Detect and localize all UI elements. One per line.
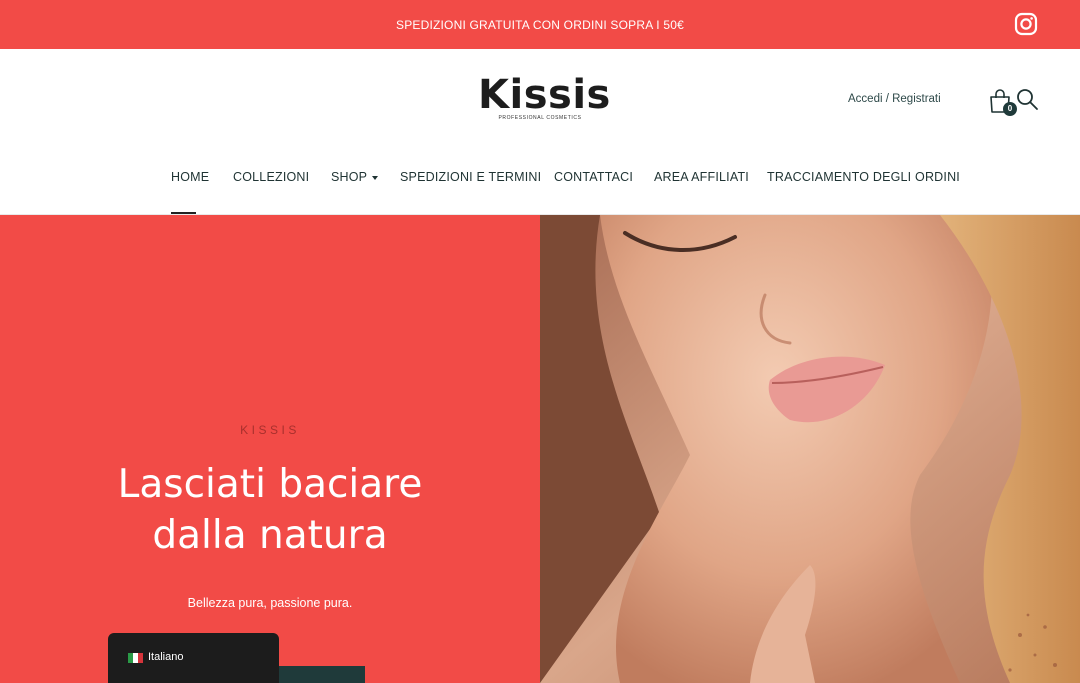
hero-image <box>540 215 1080 683</box>
hero-eyebrow: KISSIS <box>240 423 300 437</box>
hero-text-panel: KISSIS Lasciati baciare dalla natura Bel… <box>0 215 540 683</box>
logo-wordmark: Kissis <box>478 72 611 118</box>
hero-title-line-1: Lasciati baciare <box>117 462 423 507</box>
nav-item-spedizioni[interactable]: SPEDIZIONI E TERMINI <box>400 170 541 184</box>
hero-portrait-illustration <box>540 215 1080 683</box>
nav-item-collezioni[interactable]: COLLEZIONI <box>233 170 309 184</box>
nav-item-shop[interactable]: SHOP <box>331 170 379 184</box>
nav-item-shop-label: SHOP <box>331 170 368 184</box>
nav-item-tracciamento[interactable]: TRACCIAMENTO DEGLI ORDINI <box>767 170 960 184</box>
hero-subtitle: Bellezza pura, passione pura. <box>187 596 353 610</box>
language-switcher[interactable]: Italiano <box>108 633 279 683</box>
caret-down-icon <box>372 175 379 180</box>
hero-cta-button[interactable] <box>278 666 365 683</box>
language-label: Italiano <box>148 651 184 663</box>
hero-title: Lasciati baciare dalla natura <box>0 459 540 561</box>
nav-item-home[interactable]: HOME <box>171 170 209 184</box>
search-icon[interactable] <box>1015 87 1039 111</box>
nav-item-area-affiliati[interactable]: AREA AFFILIATI <box>654 170 749 184</box>
italy-flag-icon <box>128 653 143 663</box>
login-register-link[interactable]: Accedi / Registrati <box>848 93 941 105</box>
shipping-announcement: SPEDIZIONI GRATUITA CON ORDINI SOPRA I 5… <box>395 17 684 32</box>
site-header: Kissis PROFESSIONAL COSMETICS Accedi / R… <box>0 49 1080 149</box>
hero-title-line-2: dalla natura <box>152 513 388 558</box>
announcement-bar: SPEDIZIONI GRATUITA CON ORDINI SOPRA I 5… <box>0 0 1080 49</box>
main-navigation: HOME COLLEZIONI SHOP SPEDIZIONI E TERMIN… <box>0 149 1080 214</box>
nav-item-contattaci[interactable]: CONTATTACI <box>554 170 633 184</box>
brand-logo[interactable]: Kissis PROFESSIONAL COSMETICS <box>478 72 611 125</box>
instagram-icon[interactable] <box>1014 12 1038 36</box>
